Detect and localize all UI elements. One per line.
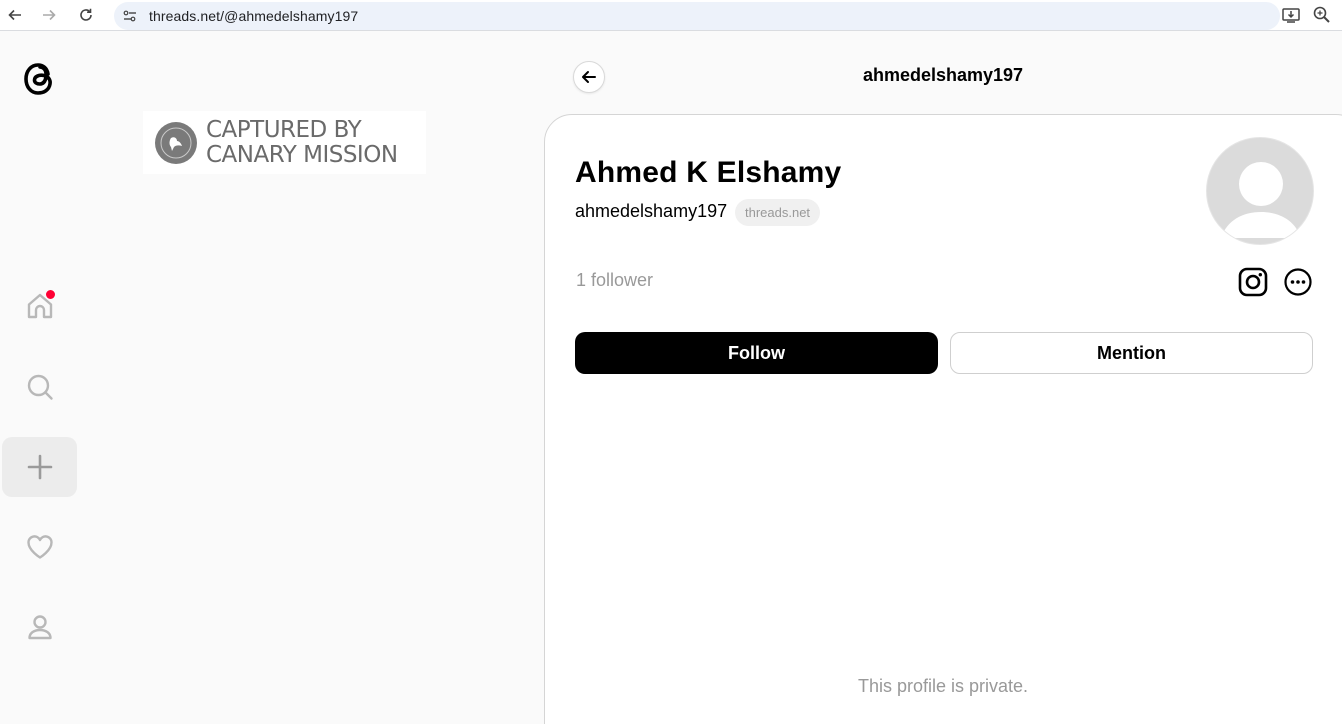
mention-button[interactable]: Mention	[950, 332, 1313, 374]
nav-home[interactable]	[2, 276, 77, 336]
heart-icon	[26, 535, 53, 559]
back-arrow-icon	[582, 71, 596, 83]
profile-username: ahmedelshamy197	[575, 201, 728, 221]
private-profile-message: This profile is private.	[857, 676, 1029, 696]
more-options-icon[interactable]	[1283, 267, 1313, 297]
profile-display-name: Ahmed K Elshamy	[575, 156, 842, 189]
forward-arrow-icon[interactable]	[39, 5, 59, 25]
nav-profile[interactable]	[2, 597, 77, 657]
zoom-icon[interactable]	[1312, 5, 1332, 25]
watermark-line2: CANARY MISSION	[206, 141, 398, 168]
install-app-icon[interactable]	[1281, 5, 1301, 25]
canary-mission-watermark: CAPTURED BY CANARY MISSION	[143, 111, 426, 174]
url-text: threads.net/@ahmedelshamy197	[149, 8, 359, 24]
bird-seal-icon	[155, 121, 197, 164]
search-icon	[27, 374, 53, 400]
user-icon	[27, 615, 52, 640]
address-bar[interactable]: threads.net/@ahmedelshamy197	[114, 2, 1280, 30]
threads-logo-icon[interactable]	[19, 57, 59, 101]
nav-activity[interactable]	[2, 517, 77, 577]
followers-count[interactable]: 1 follower	[576, 270, 653, 291]
watermark-line1: CAPTURED BY	[206, 116, 362, 143]
site-info-icon[interactable]	[122, 8, 138, 24]
avatar[interactable]	[1206, 137, 1314, 245]
default-avatar-icon	[1221, 162, 1301, 238]
notification-dot	[45, 289, 56, 300]
instagram-icon[interactable]	[1237, 266, 1269, 298]
watermark-text: CAPTURED BY CANARY MISSION	[206, 116, 398, 168]
back-arrow-icon[interactable]	[5, 5, 25, 25]
back-button[interactable]	[573, 61, 605, 93]
browser-toolbar: threads.net/@ahmedelshamy197	[0, 0, 1342, 31]
plus-icon	[27, 454, 52, 480]
nav-search[interactable]	[2, 357, 77, 417]
domain-badge[interactable]: threads.net	[735, 199, 821, 226]
follow-button[interactable]: Follow	[575, 332, 938, 374]
page-title: ahmedelshamy197	[862, 65, 1024, 85]
reload-icon[interactable]	[76, 5, 96, 25]
side-navigation	[0, 39, 80, 724]
nav-create[interactable]	[2, 437, 77, 497]
